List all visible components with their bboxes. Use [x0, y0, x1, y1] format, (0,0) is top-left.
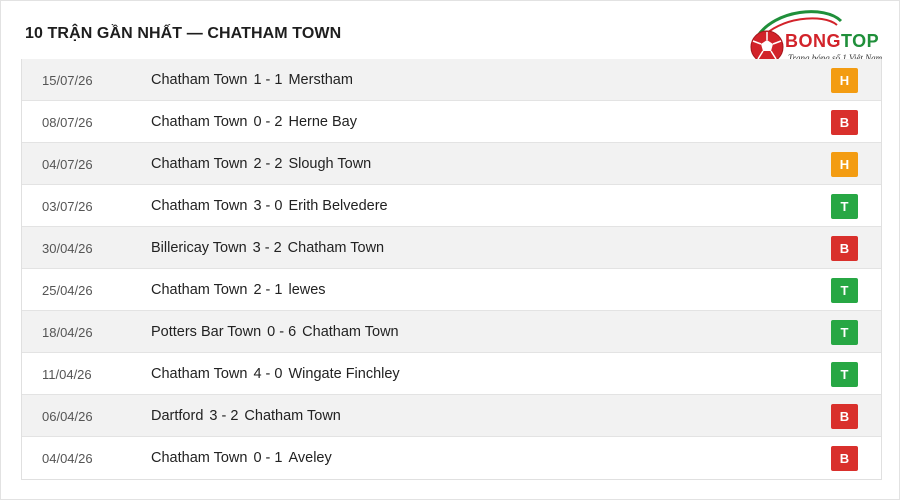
match-date: 25/04/26 — [42, 283, 93, 298]
match-fixture: Chatham Town 3 - 0 Erith Belvedere — [151, 185, 388, 227]
away-team: Merstham — [288, 72, 353, 88]
home-team: Billericay Town — [151, 240, 247, 256]
match-fixture: Chatham Town 1 - 1 Merstham — [151, 59, 353, 101]
match-row[interactable]: 06/04/26 Dartford 3 - 2 Chatham Town B — [22, 395, 881, 437]
match-row[interactable]: 18/04/26 Potters Bar Town 0 - 6 Chatham Tow… — [22, 311, 881, 353]
match-row[interactable]: 11/04/26 Chatham Town 4 - 0 Wingate Finchle… — [22, 353, 881, 395]
match-date: 18/04/26 — [42, 325, 93, 340]
match-date: 30/04/26 — [42, 241, 93, 256]
home-team: Chatham Town — [151, 198, 248, 214]
home-team: Chatham Town — [151, 72, 248, 88]
match-list: 15/07/26 Chatham Town 1 - 1 Merstham H 08/07/… — [21, 59, 882, 480]
match-score: 2 - 2 — [253, 156, 283, 172]
away-team: Chatham Town — [287, 240, 385, 256]
results-panel: 10 TRẬN GẦN NHẤT — CHATHAM TOWN BONGTOP … — [0, 0, 900, 500]
match-fixture: Chatham Town 2 - 1 lewes — [151, 269, 326, 311]
result-badge: H — [831, 152, 858, 177]
match-fixture: Billericay Town 3 - 2 Chatham Town — [151, 227, 384, 269]
match-score: 0 - 1 — [253, 450, 283, 466]
match-row[interactable]: 04/07/26 Chatham Town 2 - 2 Slough Town H — [22, 143, 881, 185]
result-badge: T — [831, 362, 858, 387]
home-team: Chatham Town — [151, 114, 248, 130]
match-score: 0 - 6 — [267, 324, 297, 340]
match-date: 04/07/26 — [42, 157, 93, 172]
match-score: 3 - 2 — [209, 408, 239, 424]
away-team: Chatham Town — [244, 408, 341, 424]
match-date: 11/04/26 — [42, 367, 92, 382]
match-row[interactable]: 25/04/26 Chatham Town 2 - 1 lewes T — [22, 269, 881, 311]
away-team: Chatham Town — [302, 324, 399, 340]
match-score: 2 - 1 — [253, 282, 283, 298]
result-badge: T — [831, 320, 858, 345]
match-fixture: Dartford 3 - 2 Chatham Town — [151, 395, 341, 437]
match-score: 3 - 2 — [252, 240, 282, 256]
match-date: 06/04/26 — [42, 409, 93, 424]
match-row[interactable]: 04/04/26 Chatham Town 0 - 1 Aveley B — [22, 437, 881, 479]
match-row[interactable]: 08/07/26 Chatham Town 0 - 2 Herne Bay B — [22, 101, 881, 143]
home-team: Chatham Town — [151, 282, 248, 298]
match-date: 08/07/26 — [42, 115, 93, 130]
away-team: Slough Town — [288, 156, 372, 172]
away-team: Wingate Finchley — [288, 366, 400, 382]
home-team: Chatham Town — [151, 156, 248, 172]
match-score: 1 - 1 — [253, 72, 283, 88]
match-fixture: Potters Bar Town 0 - 6 Chatham Town — [151, 311, 399, 353]
match-fixture: Chatham Town 0 - 2 Herne Bay — [151, 101, 357, 143]
match-date: 15/07/26 — [42, 73, 93, 88]
match-score: 4 - 0 — [253, 366, 283, 382]
match-score: 0 - 2 — [253, 114, 283, 130]
result-badge: B — [831, 446, 858, 471]
match-row[interactable]: 03/07/26 Chatham Town 3 - 0 Erith Belvedere… — [22, 185, 881, 227]
match-fixture: Chatham Town 4 - 0 Wingate Finchley — [151, 353, 400, 395]
match-date: 03/07/26 — [42, 199, 93, 214]
match-fixture: Chatham Town 0 - 1 Aveley — [151, 437, 332, 479]
match-row[interactable]: 30/04/26 Billericay Town 3 - 2 Chatham Town… — [22, 227, 881, 269]
result-badge: T — [831, 278, 858, 303]
page-title: 10 TRẬN GẦN NHẤT — CHATHAM TOWN — [25, 25, 342, 42]
home-team: Chatham Town — [151, 450, 248, 466]
away-team: Erith Belvedere — [288, 198, 388, 214]
result-badge: B — [831, 404, 858, 429]
home-team: Chatham Town — [151, 366, 248, 382]
logo-wordmark: BONGTOP — [785, 31, 880, 51]
match-row[interactable]: 15/07/26 Chatham Town 1 - 1 Merstham H — [22, 59, 881, 101]
home-team: Potters Bar Town — [151, 324, 262, 340]
away-team: lewes — [288, 282, 326, 298]
match-date: 04/04/26 — [42, 451, 93, 466]
result-badge: T — [831, 194, 858, 219]
result-badge: B — [831, 110, 858, 135]
match-score: 3 - 0 — [253, 198, 283, 214]
result-badge: B — [831, 236, 858, 261]
match-fixture: Chatham Town 2 - 2 Slough Town — [151, 143, 371, 185]
away-team: Herne Bay — [288, 114, 357, 130]
home-team: Dartford — [151, 408, 204, 424]
result-badge: H — [831, 68, 858, 93]
away-team: Aveley — [288, 450, 332, 466]
